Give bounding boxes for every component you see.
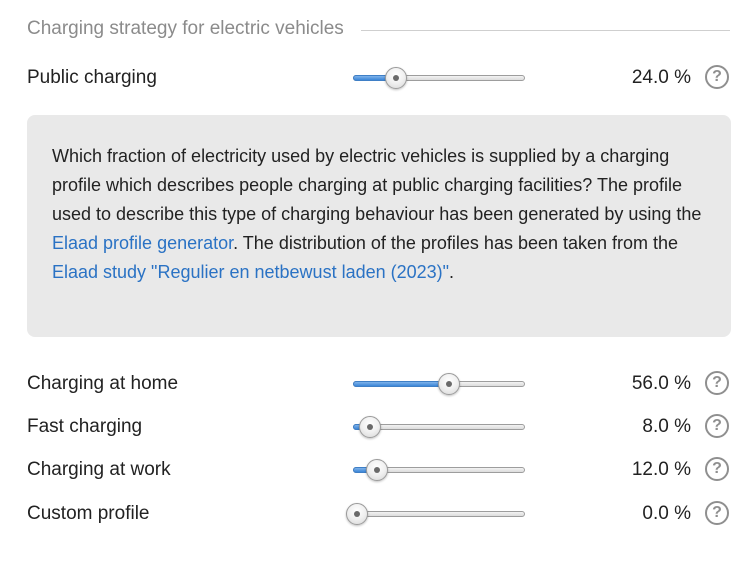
section-title: Charging strategy for electric vehicles xyxy=(27,18,344,39)
charging-at-work-label: Charging at work xyxy=(27,459,171,480)
charging-at-home-row: Charging at home 56.0 % ? xyxy=(27,371,731,401)
section-divider xyxy=(360,29,730,31)
fast-charging-value: 8.0 % xyxy=(642,416,691,437)
custom-profile-row: Custom profile 0.0 % ? xyxy=(27,501,731,531)
help-icon[interactable]: ? xyxy=(705,65,729,89)
info-text-2: . The distribution of the profiles has b… xyxy=(233,233,679,253)
charging-at-work-row: Charging at work 12.0 % ? xyxy=(27,457,731,487)
public-charging-value: 24.0 % xyxy=(631,67,691,88)
info-text-1: Which fraction of electricity used by el… xyxy=(52,146,702,224)
fast-charging-row: Fast charging 8.0 % ? xyxy=(27,414,731,444)
info-box: Which fraction of electricity used by el… xyxy=(27,115,731,337)
charging-at-home-label: Charging at home xyxy=(27,373,179,394)
charging-at-work-value: 12.0 % xyxy=(631,459,691,480)
slider-knob[interactable] xyxy=(385,67,408,89)
public-charging-label: Public charging xyxy=(27,67,157,88)
fast-charging-label: Fast charging xyxy=(27,416,143,437)
help-icon[interactable]: ? xyxy=(705,371,729,395)
public-charging-slider[interactable] xyxy=(353,65,525,95)
section-header: Charging strategy for electric vehicles xyxy=(27,16,730,42)
help-icon[interactable]: ? xyxy=(705,414,729,438)
charging-at-home-slider[interactable] xyxy=(353,371,525,401)
help-icon[interactable]: ? xyxy=(705,457,729,481)
help-icon[interactable]: ? xyxy=(705,501,729,525)
slider-knob[interactable] xyxy=(437,373,460,395)
elaad-profile-generator-link[interactable]: Elaad profile generator xyxy=(52,233,233,253)
slider-knob[interactable] xyxy=(365,459,388,481)
elaad-study-link[interactable]: Elaad study "Regulier en netbewust laden… xyxy=(52,262,449,282)
slider-knob[interactable] xyxy=(359,416,382,438)
slider-fill xyxy=(353,381,451,387)
charging-at-home-value: 56.0 % xyxy=(631,373,691,394)
custom-profile-value: 0.0 % xyxy=(642,503,691,524)
charging-at-work-slider[interactable] xyxy=(353,457,525,487)
public-charging-row: Public charging 24.0 % ? xyxy=(27,65,731,95)
info-text-3: . xyxy=(449,262,455,282)
fast-charging-slider[interactable] xyxy=(353,414,525,444)
custom-profile-label: Custom profile xyxy=(27,503,150,524)
custom-profile-slider[interactable] xyxy=(346,501,525,531)
slider-track xyxy=(353,511,525,517)
slider-knob[interactable] xyxy=(346,503,368,525)
